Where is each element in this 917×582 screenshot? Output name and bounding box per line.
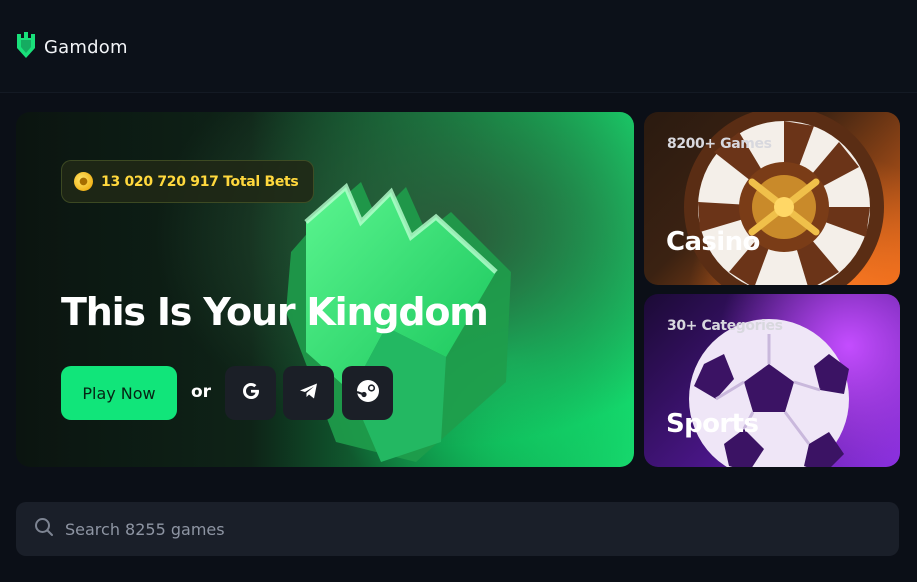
google-icon xyxy=(239,379,263,407)
play-now-button[interactable]: Play Now xyxy=(61,366,177,420)
telegram-icon xyxy=(297,379,321,407)
telegram-login-button[interactable] xyxy=(283,366,334,420)
search-placeholder: Search 8255 games xyxy=(65,519,225,539)
casino-title: Casino xyxy=(666,227,760,257)
steam-icon xyxy=(355,378,381,408)
hero-title: This Is Your Kingdom xyxy=(61,290,489,334)
sports-title: Sports xyxy=(666,409,759,439)
coin-icon: ● xyxy=(74,172,93,191)
top-bar: Gamdom xyxy=(0,0,917,93)
casino-card[interactable]: 8200+ Games Casino xyxy=(644,112,900,285)
search-icon xyxy=(34,517,54,541)
sports-card[interactable]: 30+ Categories Sports xyxy=(644,294,900,467)
google-login-button[interactable] xyxy=(225,366,276,420)
brand-logo[interactable]: Gamdom xyxy=(15,30,128,64)
search-input[interactable]: Search 8255 games xyxy=(16,502,899,556)
total-bets-badge: ● 13 020 720 917 Total Bets xyxy=(61,160,314,203)
gamdom-logo-icon xyxy=(15,30,37,64)
brand-name: Gamdom xyxy=(44,36,128,58)
total-bets-text: 13 020 720 917 Total Bets xyxy=(101,173,299,190)
steam-login-button[interactable] xyxy=(342,366,393,420)
casino-games-count: 8200+ Games xyxy=(667,136,772,152)
hero-banner: ● 13 020 720 917 Total Bets This Is Your… xyxy=(16,112,634,467)
or-separator: or xyxy=(191,382,212,402)
sports-categories-count: 30+ Categories xyxy=(667,318,783,334)
